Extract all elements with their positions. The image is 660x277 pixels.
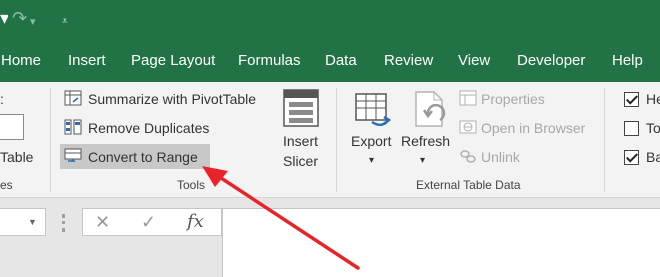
- undo-caret-icon[interactable]: ▾: [0, 8, 8, 28]
- tab-developer[interactable]: Developer: [517, 40, 585, 82]
- tab-view[interactable]: View: [458, 40, 490, 82]
- properties-icon: [459, 90, 477, 106]
- formula-bar: ▼ ✕ ✓ fx: [0, 198, 660, 277]
- table-name-input[interactable]: [0, 114, 24, 140]
- formula-input[interactable]: [222, 208, 660, 277]
- remove-duplicates-icon: [64, 119, 82, 135]
- unlink-icon: [460, 150, 476, 163]
- title-bar: ▾ ↷ ▾ ⩡: [0, 0, 660, 40]
- enter-formula-icon[interactable]: ✓: [141, 212, 156, 232]
- customize-toolbar-icon[interactable]: ⩡: [62, 12, 68, 32]
- redo-icon[interactable]: ↷: [12, 8, 27, 28]
- formula-buttons: ✕ ✓ fx: [82, 208, 222, 236]
- group-separator: [604, 88, 605, 192]
- name-box-dropdown-icon[interactable]: ▼: [28, 217, 37, 227]
- unlink-label: Unlink: [481, 149, 520, 165]
- open-in-browser-label: Open in Browser: [481, 120, 586, 136]
- banded-rows-label: Ba: [646, 149, 660, 165]
- insert-slicer-label-line2: Slicer: [283, 153, 319, 169]
- convert-to-range-label: Convert to Range: [88, 149, 198, 165]
- group-separator: [336, 88, 337, 192]
- group-separator: [50, 88, 51, 192]
- total-row-label: To: [646, 120, 660, 136]
- tab-data[interactable]: Data: [325, 40, 357, 82]
- tab-review[interactable]: Review: [384, 40, 433, 82]
- export-label: Export: [351, 133, 392, 149]
- refresh-label: Refresh: [401, 133, 451, 149]
- refresh-icon: [415, 91, 446, 127]
- slicer-icon: [283, 89, 319, 127]
- tab-help[interactable]: Help: [612, 40, 643, 82]
- header-row-checkbox[interactable]: [624, 92, 639, 107]
- cancel-formula-icon[interactable]: ✕: [95, 212, 110, 232]
- export-dropdown-icon: ▾: [369, 155, 375, 166]
- banded-rows-checkbox[interactable]: [624, 150, 639, 165]
- tab-formulas[interactable]: Formulas: [238, 40, 301, 82]
- refresh-dropdown-icon: ▾: [420, 155, 426, 166]
- table-name-label: :: [0, 91, 4, 107]
- ribbon-tabs: Home Insert Page Layout Formulas Data Re…: [0, 40, 660, 82]
- external-table-data-group-label: External Table Data: [416, 178, 521, 192]
- header-row-label: He: [646, 91, 660, 107]
- remove-duplicates-label: Remove Duplicates: [88, 120, 210, 136]
- summarize-pivottable-label: Summarize with PivotTable: [88, 91, 257, 107]
- properties-label: Properties: [481, 91, 545, 107]
- pivottable-icon: [64, 90, 82, 106]
- resize-table-button[interactable]: Table: [0, 148, 33, 166]
- properties-group-label: es: [0, 178, 13, 192]
- tab-page-layout[interactable]: Page Layout: [131, 40, 215, 82]
- formula-bar-resize-handle[interactable]: [62, 214, 65, 232]
- ribbon: : Table es Summarize with PivotTable Rem…: [0, 82, 660, 198]
- tools-group-label: Tools: [177, 178, 206, 192]
- tab-home[interactable]: Home: [1, 40, 41, 82]
- insert-function-icon[interactable]: fx: [187, 212, 204, 232]
- name-box[interactable]: ▼: [0, 208, 46, 236]
- export-icon: [355, 93, 392, 126]
- tab-insert[interactable]: Insert: [68, 40, 106, 82]
- redo-dropdown-icon[interactable]: ▾: [30, 12, 36, 32]
- convert-to-range-icon: [64, 148, 82, 162]
- total-row-checkbox[interactable]: [624, 121, 639, 136]
- insert-slicer-label-line1: Insert: [283, 133, 319, 149]
- open-in-browser-icon: [459, 120, 477, 134]
